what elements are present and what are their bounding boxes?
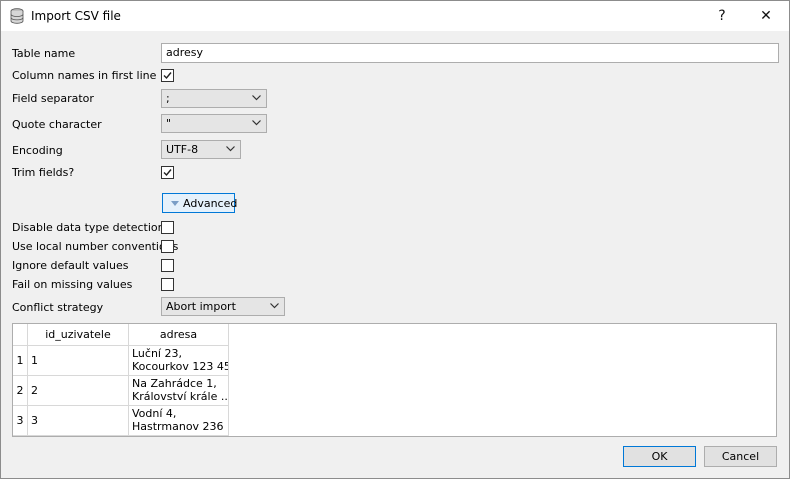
quote-character-label: Quote character xyxy=(12,118,102,131)
quote-character-select[interactable]: " xyxy=(161,114,267,133)
cell-line: Kocourkov 123 45 xyxy=(132,360,229,373)
table-cell[interactable]: 3 xyxy=(28,406,129,436)
quote-character-value: " xyxy=(166,117,172,130)
column-names-label: Column names in first line xyxy=(12,69,157,82)
close-button[interactable]: ✕ xyxy=(743,1,789,31)
cell-line: Luční 23, xyxy=(132,347,182,360)
help-button[interactable]: ? xyxy=(699,1,745,31)
corner-header xyxy=(13,324,28,346)
row-number: 3 xyxy=(13,406,28,436)
ignore-defaults-label: Ignore default values xyxy=(12,259,129,272)
cell-line: Hastrmanov 236 ... xyxy=(132,420,229,433)
checkmark-icon xyxy=(163,169,172,177)
checkmark-icon xyxy=(163,72,172,80)
fail-missing-label: Fail on missing values xyxy=(12,278,133,291)
encoding-value: UTF-8 xyxy=(166,143,199,156)
table-name-label: Table name xyxy=(12,47,76,60)
cell-line: Království krále ... xyxy=(132,390,229,403)
fail-missing-checkbox[interactable] xyxy=(161,278,174,291)
table-cell[interactable]: Vodní 4, Hastrmanov 236 ... xyxy=(129,406,229,436)
advanced-label: Advanced xyxy=(183,197,238,210)
import-csv-dialog: Import CSV file ? ✕ Table name adresy Co… xyxy=(0,0,790,479)
ok-button[interactable]: OK xyxy=(623,446,696,467)
conflict-strategy-select[interactable]: Abort import xyxy=(161,297,285,316)
window-title: Import CSV file xyxy=(31,9,121,23)
trim-fields-label: Trim fields? xyxy=(12,166,75,179)
table-cell[interactable]: Na Zahrádce 1, Království krále ... xyxy=(129,376,229,406)
table-name-input[interactable]: adresy xyxy=(161,43,779,63)
conflict-strategy-value: Abort import xyxy=(166,300,236,313)
local-number-label: Use local number conventions xyxy=(12,240,179,253)
column-names-checkbox[interactable] xyxy=(161,69,174,82)
encoding-select[interactable]: UTF-8 xyxy=(161,140,241,159)
chevron-down-icon xyxy=(252,95,261,101)
cell-line: Na Zahrádce 1, xyxy=(132,377,217,390)
table-cell[interactable]: 1 xyxy=(28,346,129,376)
cancel-button[interactable]: Cancel xyxy=(704,446,777,467)
close-icon: ✕ xyxy=(760,8,772,24)
encoding-label: Encoding xyxy=(12,144,63,157)
triangle-down-icon xyxy=(171,201,179,206)
local-number-checkbox[interactable] xyxy=(161,240,174,253)
column-header-adresa[interactable]: adresa xyxy=(129,324,229,346)
field-separator-value: ; xyxy=(166,92,170,105)
chevron-down-icon xyxy=(252,120,261,126)
trim-fields-checkbox[interactable] xyxy=(161,166,174,179)
preview-table[interactable]: id_uzivatele adresa 1 1 Luční 23, Kocour… xyxy=(12,323,777,437)
conflict-strategy-label: Conflict strategy xyxy=(12,301,104,314)
table-cell[interactable]: Luční 23, Kocourkov 123 45 xyxy=(129,346,229,376)
database-icon xyxy=(10,8,24,24)
help-icon: ? xyxy=(718,8,726,24)
column-header-id-uzivatele[interactable]: id_uzivatele xyxy=(28,324,129,346)
row-number: 1 xyxy=(13,346,28,376)
row-number: 2 xyxy=(13,376,28,406)
chevron-down-icon xyxy=(226,146,235,152)
title-bar: Import CSV file ? ✕ xyxy=(1,1,789,31)
advanced-toggle-button[interactable]: Advanced xyxy=(162,193,238,213)
disable-detection-label: Disable data type detection xyxy=(12,221,165,234)
ignore-defaults-checkbox[interactable] xyxy=(161,259,174,272)
chevron-down-icon xyxy=(270,303,279,309)
table-cell[interactable]: 2 xyxy=(28,376,129,406)
field-separator-label: Field separator xyxy=(12,92,94,105)
cell-line: Vodní 4, xyxy=(132,407,177,420)
field-separator-select[interactable]: ; xyxy=(161,89,267,108)
disable-detection-checkbox[interactable] xyxy=(161,221,174,234)
